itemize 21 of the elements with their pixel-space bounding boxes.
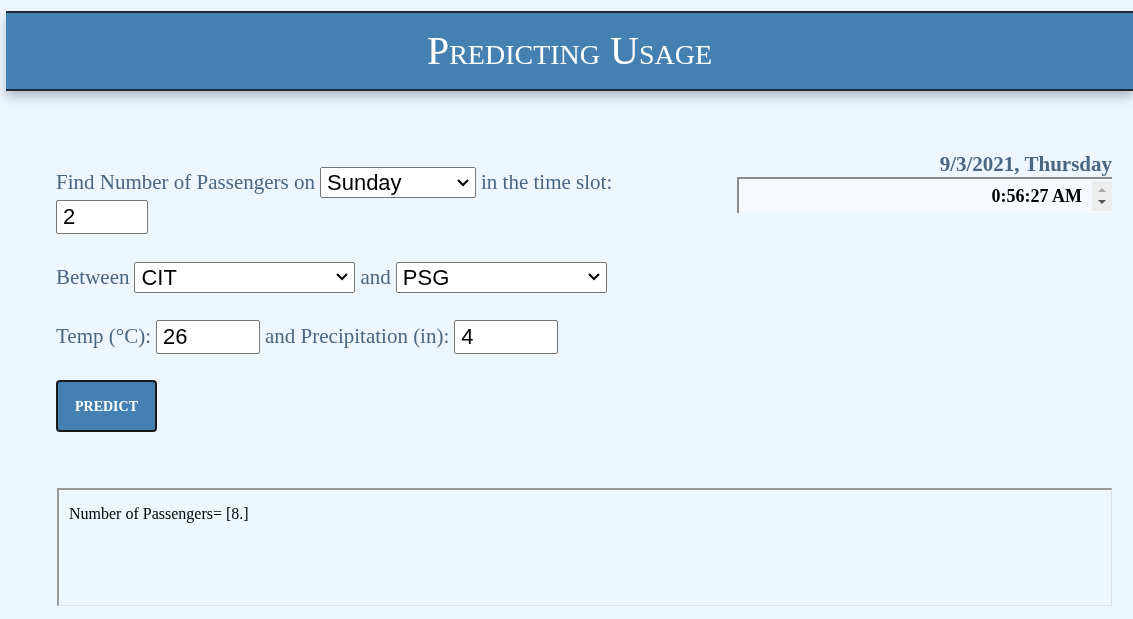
field-label: and xyxy=(360,263,391,291)
input-field[interactable]: 26 xyxy=(156,320,260,355)
dropdown[interactable]: Sunday xyxy=(320,167,476,199)
field-label: Find Number of Passengers on xyxy=(56,169,315,196)
field-label: Between xyxy=(56,263,130,291)
field-label: and Precipitation (in): xyxy=(265,323,450,351)
date-label: 9/3/2021, Thursday xyxy=(939,151,1112,178)
chevron-down-icon xyxy=(336,273,349,282)
dropdown[interactable]: PSG xyxy=(395,261,607,293)
chevron-down-icon xyxy=(457,178,469,187)
chevron-down-icon xyxy=(587,273,600,282)
input-field[interactable]: 4 xyxy=(454,320,559,355)
page-title: Predicting Usage xyxy=(426,31,713,71)
time-field[interactable]: 0:56:27 AM xyxy=(737,177,1112,214)
predict-button[interactable]: PREDICT xyxy=(56,380,157,433)
spinner-icon[interactable] xyxy=(1092,181,1112,212)
output-text: Number of Passengers= [8.] xyxy=(69,504,250,525)
field-label: Temp (°C): xyxy=(56,323,151,351)
input-field[interactable]: 2 xyxy=(56,199,148,234)
dropdown[interactable]: CIT xyxy=(134,261,356,293)
field-label: in the time slot: xyxy=(481,169,613,196)
